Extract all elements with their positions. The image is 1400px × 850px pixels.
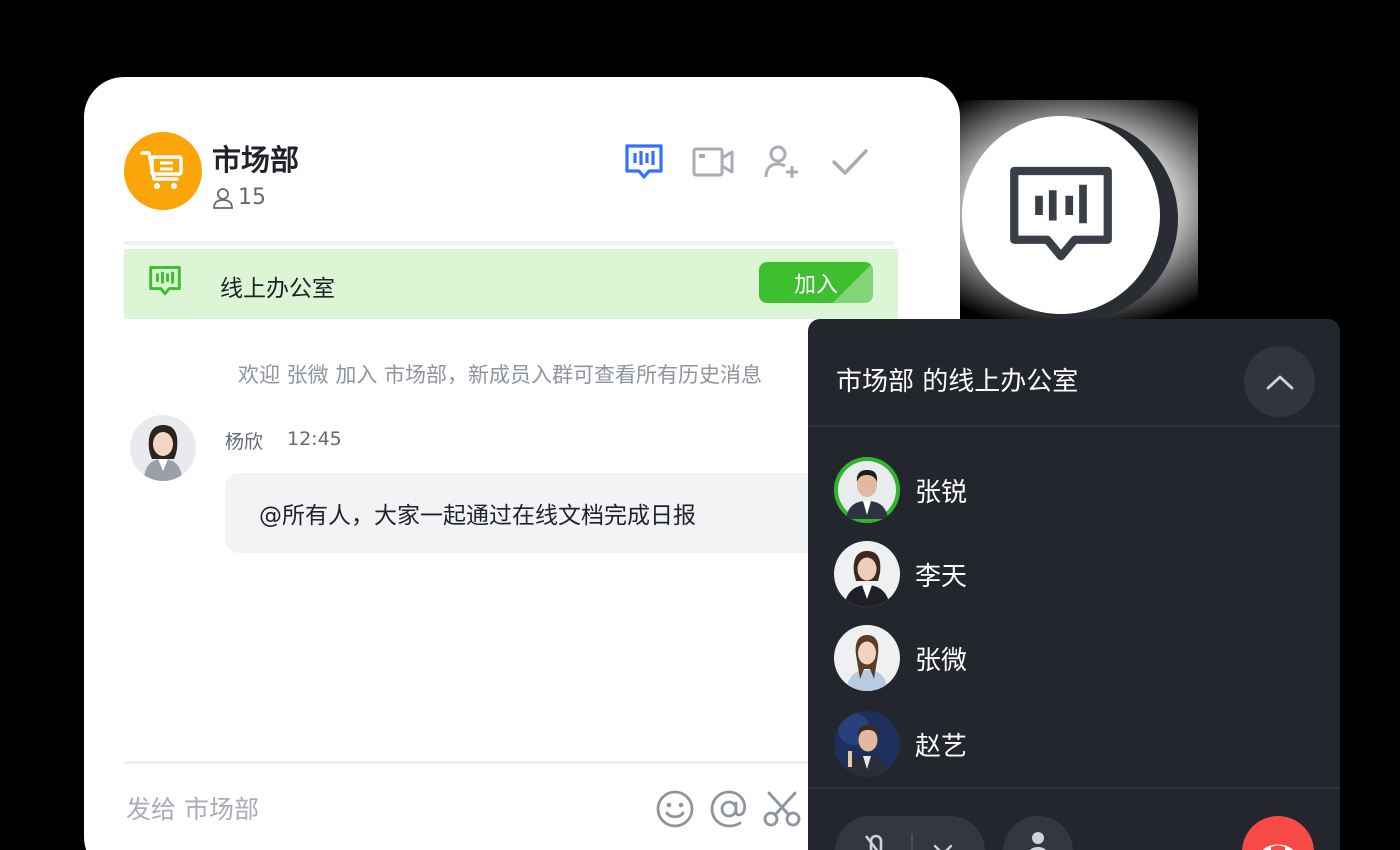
hangup-button[interactable] [1242, 816, 1314, 850]
mic-muted-icon [864, 834, 883, 850]
avatar [834, 711, 900, 777]
control-separator [911, 834, 913, 850]
join-button-label: 加入 [793, 272, 838, 298]
video-call-button[interactable] [690, 139, 736, 185]
member-name: 李天 [915, 561, 968, 592]
message-input[interactable] [126, 795, 526, 824]
person-icon [1030, 832, 1046, 850]
participants-control[interactable] [1003, 816, 1073, 850]
join-button[interactable]: 加入 [759, 262, 873, 303]
avatar [834, 457, 900, 523]
add-member-icon [764, 145, 798, 178]
member-name: 张微 [915, 645, 968, 676]
collapse-button[interactable] [1244, 346, 1315, 417]
member-item[interactable]: 张锐 [834, 457, 967, 523]
chevron-up-icon [1266, 375, 1293, 389]
member-name: 赵艺 [915, 731, 968, 762]
avatar [834, 625, 900, 691]
mention-icon[interactable] [709, 789, 749, 829]
chevron-down-icon [933, 844, 953, 850]
shopping-cart-icon [140, 151, 183, 189]
online-office-label: 线上办公室 [220, 276, 335, 302]
member-photo [834, 457, 900, 523]
online-office-banner[interactable]: 线上办公室 加入 [124, 249, 898, 319]
online-office-button[interactable] [621, 139, 667, 185]
member-count[interactable]: 15 [212, 185, 266, 210]
group-name: 市场部 [212, 143, 300, 177]
panel-divider [808, 425, 1340, 427]
header-divider [124, 241, 894, 245]
system-message: 欢迎 张微 加入 市场部，新成员入群可查看所有历史消息 [238, 363, 763, 387]
video-camera-icon [692, 147, 734, 177]
member-photo [834, 625, 900, 691]
scissors-icon[interactable] [762, 789, 802, 829]
message-time: 12:45 [287, 428, 342, 450]
avatar [834, 541, 900, 607]
panel-title: 市场部 的线上办公室 [836, 367, 1079, 397]
member-photo [834, 711, 900, 777]
member-item[interactable]: 李天 [834, 541, 967, 607]
sender-name: 杨欣 [225, 431, 264, 453]
group-avatar[interactable] [124, 132, 202, 210]
button-shine [833, 262, 873, 303]
online-office-icon [149, 266, 181, 296]
emoji-icon[interactable] [655, 789, 695, 829]
member-item[interactable]: 赵艺 [834, 711, 967, 777]
done-button[interactable] [827, 139, 873, 185]
avatar[interactable] [130, 415, 196, 481]
message-bubble[interactable]: @所有人，大家一起通过在线文档完成日报 [225, 473, 845, 553]
member-count-value: 15 [238, 185, 266, 210]
member-item[interactable]: 张微 [834, 625, 967, 691]
message-text: @所有人，大家一起通过在线文档完成日报 [259, 503, 696, 529]
online-office-icon [625, 144, 663, 179]
online-office-icon [1010, 166, 1112, 261]
member-name: 张锐 [915, 477, 968, 508]
panel-divider [808, 787, 1340, 789]
magnified-office-button [962, 116, 1160, 314]
person-icon [213, 187, 233, 209]
checkmark-icon [832, 149, 868, 175]
sender-photo [130, 415, 196, 481]
add-member-button[interactable] [759, 139, 805, 185]
mic-control[interactable] [835, 816, 985, 850]
hangup-icon [1262, 844, 1294, 850]
online-office-panel: 市场部 的线上办公室 张锐 李天 张微 赵艺 [808, 319, 1340, 850]
member-photo [834, 541, 900, 607]
